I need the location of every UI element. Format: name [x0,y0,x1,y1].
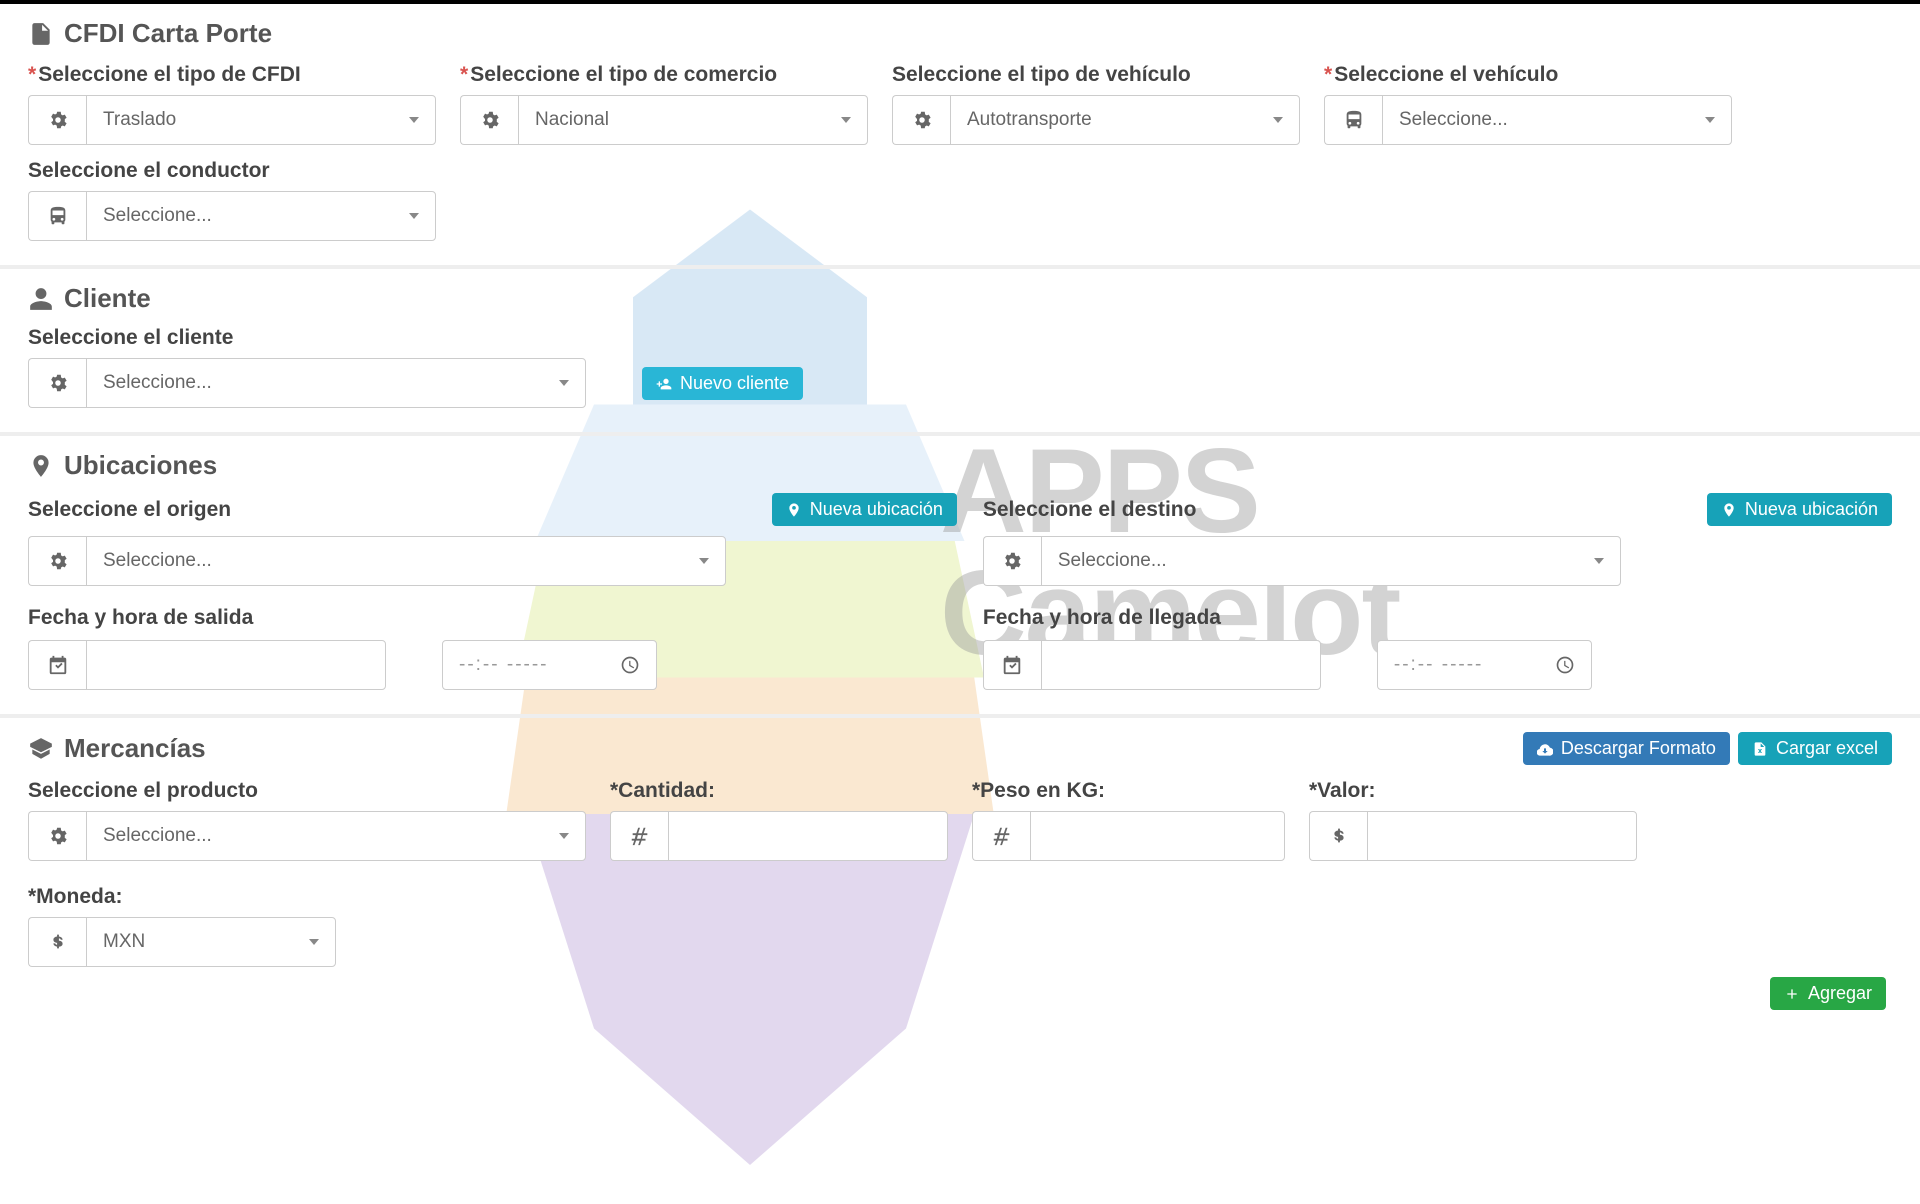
calendar-icon[interactable] [28,640,86,690]
cargar-excel-button[interactable]: Cargar excel [1738,732,1892,765]
chevron-down-icon [841,117,851,123]
nuevo-cliente-button[interactable]: Nuevo cliente [642,367,803,400]
select-destino[interactable]: Seleccione... [1041,536,1621,586]
label-cantidad: *Cantidad: [610,779,715,802]
pin-icon [1721,502,1737,518]
label-origen: Seleccione el origen [28,498,231,521]
select-tipo-vehiculo[interactable]: Autotransporte [950,95,1300,145]
section-cfdi: CFDI Carta Porte *Seleccione el tipo de … [0,4,1920,269]
chevron-down-icon [309,939,319,945]
select-cliente[interactable]: Seleccione... [86,358,586,408]
label-tipo-vehiculo: Seleccione el tipo de vehículo [892,63,1191,86]
dollar-icon [28,917,86,967]
pin-icon [786,502,802,518]
input-fecha-llegada[interactable] [1041,640,1321,690]
gear-icon[interactable] [28,358,86,408]
select-vehiculo[interactable]: Seleccione... [1382,95,1732,145]
calendar-icon[interactable] [983,640,1041,690]
plus-icon [1784,986,1800,1002]
gear-icon[interactable] [460,95,518,145]
hash-icon [610,811,668,861]
section-mercancias: Mercancías Descargar Formato Cargar exce… [0,718,1920,1018]
chevron-down-icon [559,380,569,386]
cloud-download-icon [1537,741,1553,757]
input-cantidad[interactable] [668,811,948,861]
label-conductor: Seleccione el conductor [28,159,270,182]
dollar-icon [1309,811,1367,861]
user-icon [28,286,54,312]
label-valor: *Valor: [1309,779,1376,802]
select-conductor[interactable]: Seleccione... [86,191,436,241]
label-cliente: Seleccione el cliente [28,326,233,349]
cliente-title: Cliente [64,283,151,314]
gear-icon[interactable] [28,95,86,145]
label-peso: *Peso en KG: [972,779,1105,802]
clock-icon [1555,655,1575,675]
select-tipo-comercio[interactable]: Nacional [518,95,868,145]
gear-icon[interactable] [983,536,1041,586]
nueva-ubicacion-destino-button[interactable]: Nueva ubicación [1707,493,1892,526]
input-peso[interactable] [1030,811,1285,861]
section-ubicaciones: Ubicaciones Seleccione el origen Nueva u… [0,436,1920,718]
select-origen[interactable]: Seleccione... [86,536,726,586]
chevron-down-icon [1273,117,1283,123]
label-llegada: Fecha y hora de llegada [983,606,1221,629]
bus-icon[interactable] [1324,95,1382,145]
location-icon [28,453,54,479]
agregar-button[interactable]: Agregar [1770,977,1886,1010]
mercancias-title: Mercancías [64,733,206,764]
hash-icon [972,811,1030,861]
select-tipo-cfdi[interactable]: Traslado [86,95,436,145]
gear-icon[interactable] [892,95,950,145]
label-tipo-comercio: Seleccione el tipo de comercio [470,63,777,86]
label-salida: Fecha y hora de salida [28,606,253,629]
ubicaciones-title: Ubicaciones [64,450,217,481]
section-cliente: Cliente Seleccione el cliente Seleccione… [0,269,1920,436]
input-hora-llegada[interactable]: --:-- ----- [1377,640,1592,690]
input-valor[interactable] [1367,811,1637,861]
chevron-down-icon [409,213,419,219]
page-title: CFDI Carta Porte [64,18,272,49]
label-tipo-cfdi: Seleccione el tipo de CFDI [38,63,301,86]
input-hora-salida[interactable]: --:-- ----- [442,640,657,690]
label-destino: Seleccione el destino [983,498,1197,521]
descargar-formato-button[interactable]: Descargar Formato [1523,732,1730,765]
file-excel-icon [1752,741,1768,757]
chevron-down-icon [1594,558,1604,564]
bus-icon[interactable] [28,191,86,241]
chevron-down-icon [559,833,569,839]
user-plus-icon [656,376,672,392]
label-vehiculo: Seleccione el vehículo [1334,63,1558,86]
gear-icon[interactable] [28,811,86,861]
page-code-icon [28,21,54,47]
chevron-down-icon [699,558,709,564]
label-moneda: *Moneda: [28,885,123,908]
chevron-down-icon [409,117,419,123]
select-producto[interactable]: Seleccione... [86,811,586,861]
nueva-ubicacion-origen-button[interactable]: Nueva ubicación [772,493,957,526]
chevron-down-icon [1705,117,1715,123]
boxes-icon [28,736,54,762]
clock-icon [620,655,640,675]
select-moneda[interactable]: MXN [86,917,336,967]
gear-icon[interactable] [28,536,86,586]
input-fecha-salida[interactable] [86,640,386,690]
label-producto: Seleccione el producto [28,779,258,802]
